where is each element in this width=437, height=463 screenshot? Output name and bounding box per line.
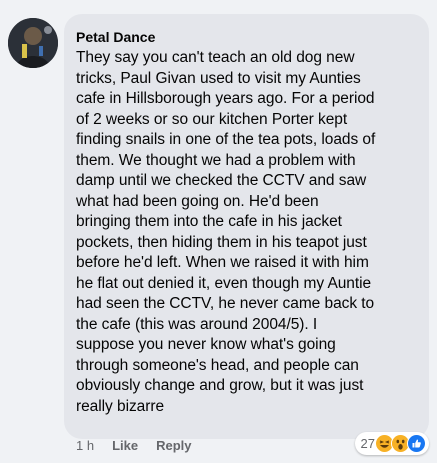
reactions-summary[interactable]: 27 <box>354 432 429 455</box>
comment-actions: 1 h Like Reply <box>76 438 192 454</box>
comment-timestamp[interactable]: 1 h <box>76 438 94 454</box>
like-button[interactable]: Like <box>112 438 138 454</box>
profile-picture-icon <box>8 18 58 68</box>
avatar[interactable] <box>8 18 58 68</box>
comment-author[interactable]: Petal Dance <box>76 28 415 46</box>
reaction-count: 27 <box>360 436 375 451</box>
like-icon <box>407 434 426 453</box>
comment-bubble: Petal Dance They say you can't teach an … <box>64 14 429 439</box>
comment-text: They say you can't teach an old dog new … <box>76 49 376 415</box>
reply-button[interactable]: Reply <box>156 438 191 454</box>
